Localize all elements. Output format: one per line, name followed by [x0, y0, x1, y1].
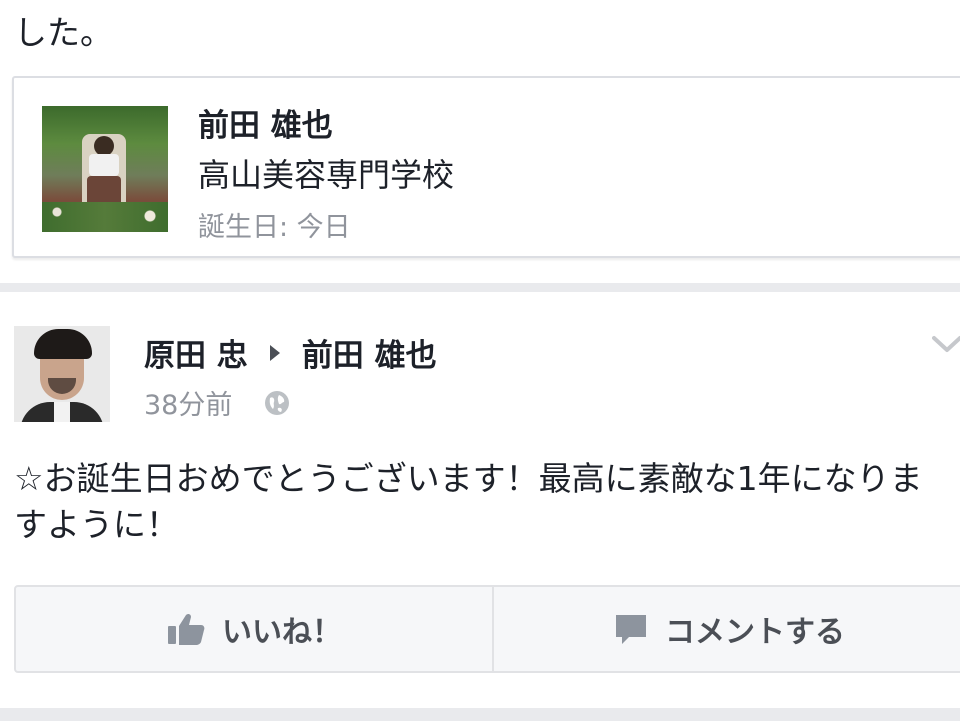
like-label: いいね！ [222, 615, 342, 650]
story-body-text: ☆お誕生日おめでとうございます！最高に素敵な1年になりますように！ [14, 459, 923, 544]
author-name[interactable]: 原田 忠 [144, 330, 248, 375]
like-button[interactable]: いいね！ [16, 587, 494, 671]
thumbs-up-icon [168, 613, 205, 645]
photo-person-head [94, 136, 114, 156]
feed-story: 原田 忠 前田 雄也 38分前 ☆お誕生日おめでとうございます！最高に素敵な1年… [0, 292, 960, 708]
feed-screen: した。 前田 雄也 高山美容専門学校 誕生日: 今日 原田 忠 前田 雄也 38… [0, 0, 960, 721]
comment-button[interactable]: コメントする [494, 587, 960, 671]
profile-birthday: 誕生日: 今日 [198, 212, 351, 243]
birthday-profile-card[interactable]: 前田 雄也 高山美容専門学校 誕生日: 今日 [12, 76, 960, 258]
avatar-shirt [54, 402, 70, 422]
author-avatar[interactable] [14, 326, 110, 422]
profile-name[interactable]: 前田 雄也 [198, 100, 333, 145]
story-actions: いいね！ コメントする [14, 585, 960, 673]
globe-icon[interactable] [264, 390, 290, 416]
story-timestamp[interactable]: 38分前 [144, 383, 232, 422]
photo-flowers [42, 202, 168, 232]
story-meta: 38分前 [144, 383, 290, 422]
photo-person-body [89, 154, 119, 176]
profile-photo[interactable] [42, 106, 168, 232]
previous-post: した。 前田 雄也 高山美容専門学校 誕生日: 今日 [0, 0, 960, 283]
previous-post-text: した。 [14, 13, 113, 52]
caret-right-icon [269, 344, 280, 361]
story-header: 原田 忠 前田 雄也 [144, 330, 437, 375]
comment-icon [616, 615, 646, 644]
avatar-hair [34, 329, 92, 359]
chevron-down-icon[interactable] [932, 334, 960, 354]
target-name[interactable]: 前田 雄也 [302, 330, 437, 375]
profile-school: 高山美容専門学校 [198, 156, 455, 194]
comment-label: コメントする [665, 615, 845, 650]
